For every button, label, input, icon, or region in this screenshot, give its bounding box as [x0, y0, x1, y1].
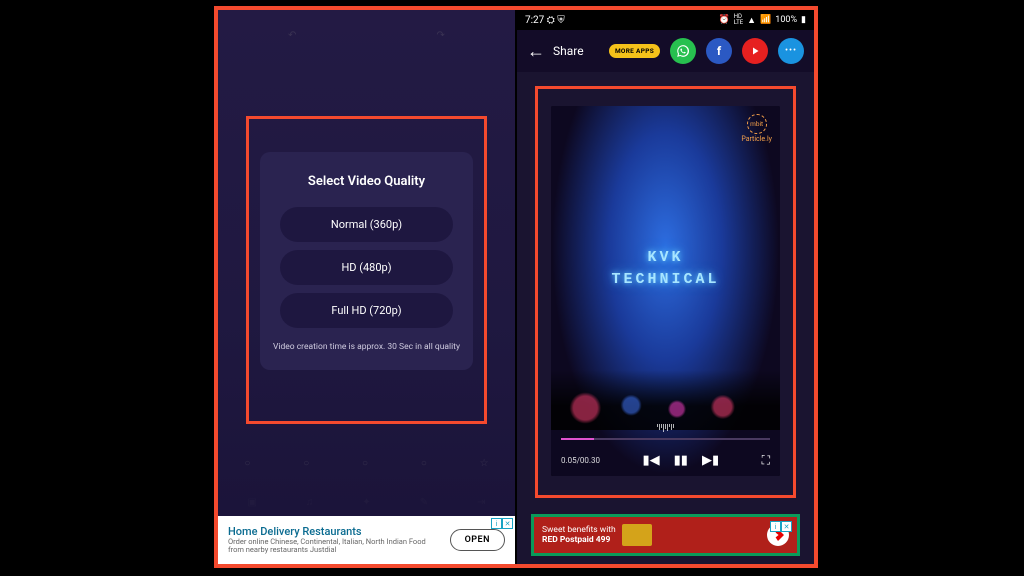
editor-top-row: ↶↷ — [218, 30, 515, 41]
share-toolbar: ← Share MORE APPS f ••• — [517, 30, 814, 72]
status-time: 7:27 ⛭ ⛨ — [525, 15, 565, 26]
ad-right-text: Sweet benefits with RED Postpaid 499 — [542, 525, 616, 545]
quality-option-fullhd[interactable]: Full HD (720p) — [280, 293, 453, 328]
ad-left-badge: i ✕ — [491, 518, 513, 529]
screenshot-frame: ↶↷ Select Video Quality Normal (360p) HD… — [214, 6, 818, 568]
video-overlay-text: KVK TECHNICAL — [551, 247, 780, 292]
more-icon[interactable]: ••• — [778, 38, 804, 64]
equalizer-icon — [551, 424, 780, 432]
quality-option-hd[interactable]: HD (480p) — [280, 250, 453, 285]
video-player[interactable]: mbit Particle.ly KVK TECHNICAL — [551, 106, 780, 476]
android-status-bar: 7:27 ⛭ ⛨ ⏰ HDLTE ▲ 📶 100% ▮ — [517, 10, 814, 30]
quality-option-normal[interactable]: Normal (360p) — [280, 207, 453, 242]
quality-note: Video creation time is approx. 30 Sec in… — [272, 342, 461, 352]
youtube-icon[interactable] — [742, 38, 768, 64]
back-arrow-icon[interactable]: ← — [527, 41, 545, 62]
fullscreen-icon[interactable]: ⛶ — [762, 453, 770, 468]
ad-banner-right[interactable]: Sweet benefits with RED Postpaid 499 i ✕ — [531, 514, 800, 556]
previous-icon[interactable]: ▮◀ — [642, 453, 659, 468]
player-controls: 0.05/00.30 ▮◀ ▮▮ ▶▮ ⛶ — [551, 432, 780, 476]
pause-icon[interactable]: ▮▮ — [674, 453, 688, 468]
quality-dialog: Select Video Quality Normal (360p) HD (4… — [260, 152, 473, 370]
ad-close-icon[interactable]: ✕ — [781, 521, 792, 532]
ad-close-icon[interactable]: ✕ — [502, 518, 513, 529]
progress-bar[interactable] — [561, 438, 770, 440]
phone-left: ↶↷ Select Video Quality Normal (360p) HD… — [218, 10, 515, 564]
share-label: Share — [553, 44, 584, 58]
watermark-logo: mbit Particle.ly — [741, 114, 772, 143]
editor-tool-row: ▣♫✦✎⇥ — [218, 497, 515, 508]
phone-right: 7:27 ⛭ ⛨ ⏰ HDLTE ▲ 📶 100% ▮ ← Share MORE… — [517, 10, 814, 564]
ad-right-badge: i ✕ — [770, 521, 792, 532]
alarm-icon: ⏰ — [718, 15, 729, 25]
whatsapp-icon[interactable] — [670, 38, 696, 64]
facebook-icon[interactable]: f — [706, 38, 732, 64]
ad-right-image — [622, 524, 652, 546]
ad-left-desc: Order online Chinese, Continental, Itali… — [228, 538, 442, 555]
ad-left-open-button[interactable]: OPEN — [450, 529, 505, 551]
more-apps-button[interactable]: MORE APPS — [609, 44, 660, 58]
next-icon[interactable]: ▶▮ — [702, 453, 719, 468]
wifi-icon: ▲ — [747, 15, 756, 26]
battery-text: 100% — [775, 15, 797, 25]
video-crowd-silhouette — [551, 370, 780, 430]
battery-icon: ▮ — [801, 15, 806, 25]
playback-time: 0.05/00.30 — [561, 456, 600, 465]
video-thumbnail: mbit Particle.ly KVK TECHNICAL — [551, 106, 780, 476]
editor-effect-row: ○○○○☆ — [218, 458, 515, 469]
adchoices-icon[interactable]: i — [491, 518, 502, 529]
status-icons: ⏰ HDLTE ▲ 📶 100% ▮ — [718, 14, 806, 26]
quality-dialog-title: Select Video Quality — [272, 174, 461, 189]
volte-icon: HDLTE — [734, 14, 743, 26]
ad-banner-left[interactable]: Home Delivery Restaurants Order online C… — [218, 516, 515, 564]
signal-icon: 📶 — [760, 15, 771, 25]
ad-left-title: Home Delivery Restaurants — [228, 526, 442, 538]
adchoices-icon[interactable]: i — [770, 521, 781, 532]
